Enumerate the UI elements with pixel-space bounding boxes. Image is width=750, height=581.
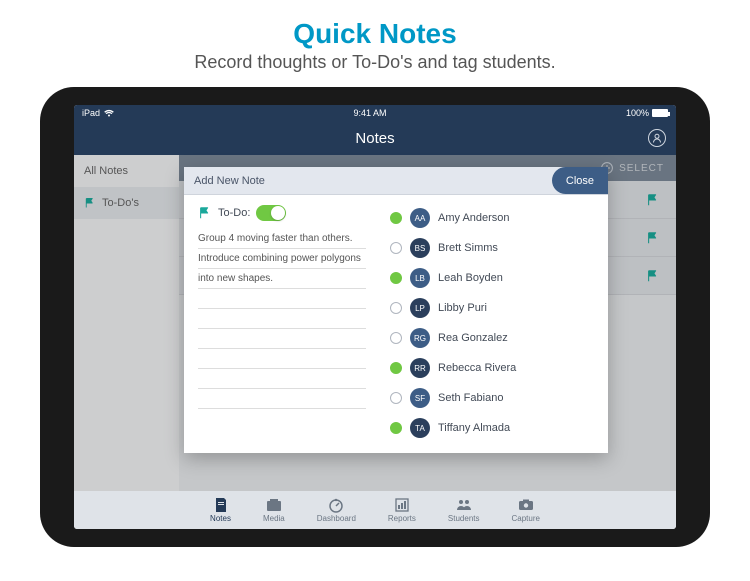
add-note-modal: Add New Note Close To-Do: Group 4 moving… [184, 167, 608, 453]
selection-indicator[interactable] [390, 302, 402, 314]
ipad-screen: iPad 9:41 AM 100% Notes All Notes [74, 105, 676, 529]
tab-capture[interactable]: Capture [511, 497, 539, 523]
student-name: Rebecca Rivera [438, 362, 516, 374]
student-row[interactable]: LP Libby Puri [390, 293, 598, 323]
avatar: RG [410, 328, 430, 348]
modal-title: Add New Note [194, 175, 265, 187]
avatar: RR [410, 358, 430, 378]
student-row[interactable]: SF Seth Fabiano [390, 383, 598, 413]
tab-label: Media [263, 514, 285, 523]
todo-label: To-Do: [218, 207, 250, 219]
battery-icon [652, 109, 668, 117]
avatar: LP [410, 298, 430, 318]
status-battery-pct: 100% [626, 108, 649, 118]
student-row[interactable]: LB Leah Boyden [390, 263, 598, 293]
note-line: into new shapes. [198, 269, 366, 289]
tab-bar: Notes Media Dashboard Reports Students C… [74, 491, 676, 529]
student-name: Libby Puri [438, 302, 487, 314]
tab-dashboard[interactable]: Dashboard [317, 497, 356, 523]
note-line: Group 4 moving faster than others. [198, 229, 366, 249]
tab-label: Dashboard [317, 514, 356, 523]
tab-media[interactable]: Media [263, 497, 285, 523]
student-name: Amy Anderson [438, 212, 510, 224]
student-name: Brett Simms [438, 242, 498, 254]
close-button[interactable]: Close [552, 167, 608, 194]
user-profile-icon[interactable] [648, 129, 666, 147]
camera-icon [518, 497, 534, 513]
tab-label: Students [448, 514, 480, 523]
nav-title: Notes [355, 130, 394, 147]
tab-notes[interactable]: Notes [210, 497, 231, 523]
tab-label: Reports [388, 514, 416, 523]
avatar: LB [410, 268, 430, 288]
note-editor: To-Do: Group 4 moving faster than others… [184, 195, 380, 453]
note-line [198, 369, 366, 389]
note-line [198, 389, 366, 409]
status-time: 9:41 AM [114, 108, 626, 118]
selection-indicator[interactable] [390, 362, 402, 374]
selection-indicator[interactable] [390, 392, 402, 404]
nav-bar: Notes [74, 121, 676, 155]
avatar: SF [410, 388, 430, 408]
selection-indicator[interactable] [390, 212, 402, 224]
note-line: Introduce combining power polygons [198, 249, 366, 269]
promo-subtitle: Record thoughts or To-Do's and tag stude… [0, 52, 750, 73]
note-textarea[interactable]: Group 4 moving faster than others. Intro… [198, 229, 366, 409]
selection-indicator[interactable] [390, 272, 402, 284]
todo-toggle[interactable] [256, 205, 286, 221]
promo-title: Quick Notes [0, 18, 750, 50]
modal-header: Add New Note Close [184, 167, 608, 195]
avatar: BS [410, 238, 430, 258]
student-name: Leah Boyden [438, 272, 503, 284]
student-row[interactable]: AA Amy Anderson [390, 203, 598, 233]
ipad-frame: iPad 9:41 AM 100% Notes All Notes [40, 87, 710, 547]
avatar: TA [410, 418, 430, 438]
student-row[interactable]: BS Brett Simms [390, 233, 598, 263]
note-line [198, 349, 366, 369]
media-icon [266, 497, 282, 513]
wifi-icon [104, 109, 114, 117]
selection-indicator[interactable] [390, 422, 402, 434]
note-line [198, 329, 366, 349]
note-line [198, 289, 366, 309]
dashboard-icon [328, 497, 344, 513]
avatar: AA [410, 208, 430, 228]
student-name: Rea Gonzalez [438, 332, 508, 344]
tab-reports[interactable]: Reports [388, 497, 416, 523]
reports-icon [394, 497, 410, 513]
student-row[interactable]: RG Rea Gonzalez [390, 323, 598, 353]
status-device: iPad [82, 108, 100, 118]
student-name: Seth Fabiano [438, 392, 503, 404]
selection-indicator[interactable] [390, 332, 402, 344]
student-name: Tiffany Almada [438, 422, 510, 434]
notes-icon [213, 497, 229, 513]
tab-label: Capture [511, 514, 539, 523]
students-icon [456, 497, 472, 513]
student-row[interactable]: TA Tiffany Almada [390, 413, 598, 443]
note-line [198, 309, 366, 329]
status-bar: iPad 9:41 AM 100% [74, 105, 676, 121]
tab-students[interactable]: Students [448, 497, 480, 523]
selection-indicator[interactable] [390, 242, 402, 254]
flag-icon [198, 206, 212, 220]
tab-label: Notes [210, 514, 231, 523]
student-list: AA Amy Anderson BS Brett Simms LB Leah Boyden… [380, 195, 608, 453]
student-row[interactable]: RR Rebecca Rivera [390, 353, 598, 383]
